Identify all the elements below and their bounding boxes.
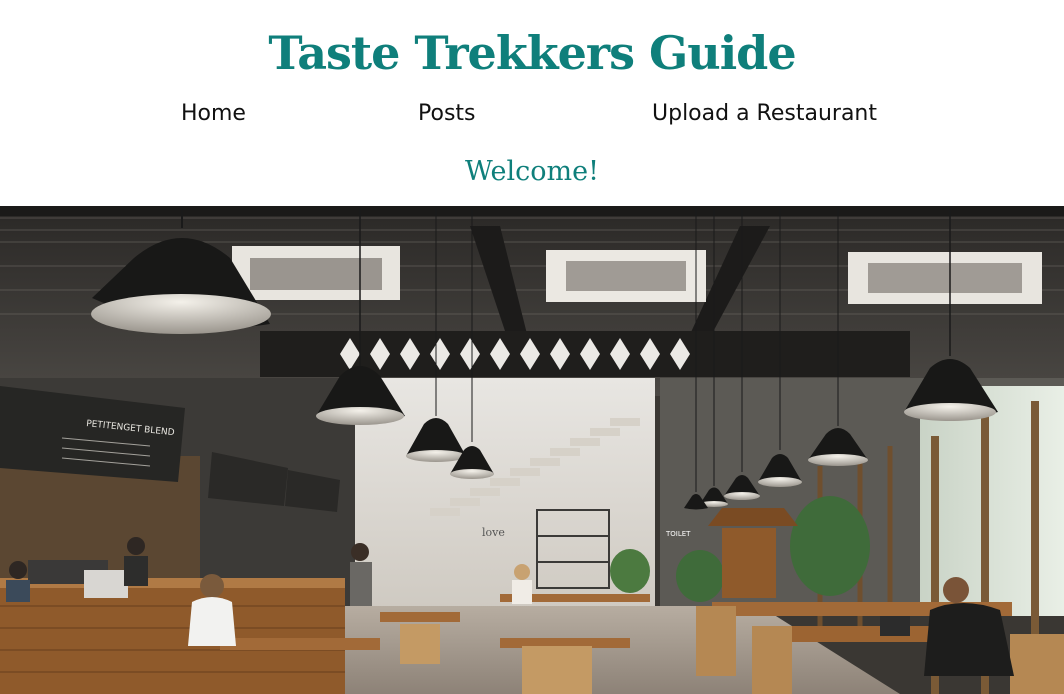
cafe-interior-photo: love TOILET PETITENGET BLEND: [0, 206, 1064, 694]
nav-link-posts[interactable]: Posts: [418, 96, 476, 132]
toilet-sign: TOILET: [665, 530, 691, 538]
hero-image: love TOILET PETITENGET BLEND: [0, 206, 1064, 694]
main-nav: Home Posts Upload a Restaurant: [0, 96, 1064, 132]
nav-link-upload-restaurant[interactable]: Upload a Restaurant: [652, 96, 877, 132]
wall-text: love: [482, 526, 505, 539]
nav-link-home[interactable]: Home: [181, 96, 246, 132]
site-title: Taste Trekkers Guide: [268, 26, 796, 80]
welcome-heading: Welcome!: [465, 156, 599, 187]
